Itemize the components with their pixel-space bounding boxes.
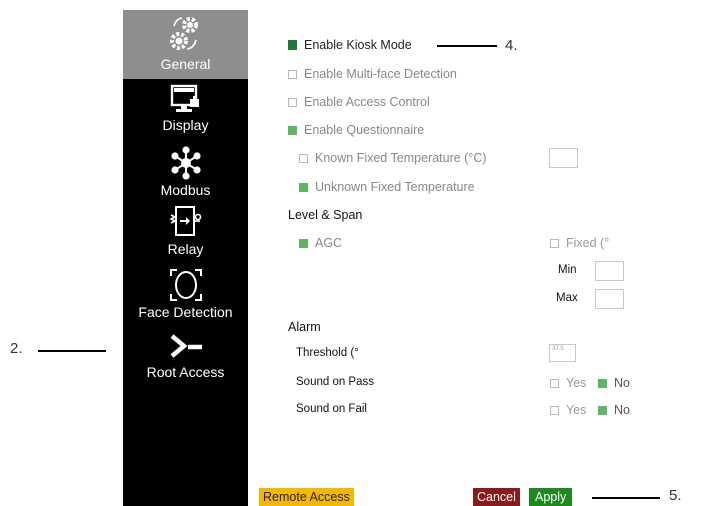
sound-fail-no-radio[interactable] — [598, 405, 607, 415]
remote-access-button[interactable]: Remote Access — [259, 488, 354, 506]
agc-checkbox[interactable] — [299, 238, 308, 248]
sidebar-item-modbus[interactable]: Modbus — [123, 142, 248, 200]
sidebar-item-relay[interactable]: Relay — [123, 203, 248, 263]
threshold-label: Threshold (° — [296, 347, 359, 359]
sound-fail-no-option[interactable]: No — [598, 403, 630, 417]
alarm-heading: Alarm — [288, 320, 321, 334]
multiface-label: Enable Multi-face Detection — [304, 67, 457, 81]
kiosk-mode-checkbox[interactable] — [288, 40, 297, 50]
sidebar-item-label: Display — [162, 117, 209, 133]
multiface-checkbox[interactable] — [288, 69, 297, 79]
face-frame-icon — [169, 269, 202, 301]
annotation-2-line — [38, 350, 106, 352]
kiosk-mode-label: Enable Kiosk Mode — [304, 38, 412, 52]
annotation-2-label: 2. — [10, 340, 23, 357]
known-temp-option[interactable]: Known Fixed Temperature (°C) — [299, 151, 487, 165]
display-monitor-icon — [170, 84, 199, 112]
known-temp-label: Known Fixed Temperature (°C) — [315, 151, 487, 165]
questionnaire-label: Enable Questionnaire — [304, 123, 425, 137]
terminal-prompt-icon — [170, 334, 202, 358]
sidebar-item-general[interactable]: General — [123, 10, 248, 79]
fixed-checkbox[interactable] — [550, 238, 559, 248]
level-span-heading: Level & Span — [288, 208, 363, 222]
access-control-checkbox[interactable] — [288, 97, 297, 107]
sidebar-item-root-access[interactable]: Root Access — [123, 330, 248, 390]
multiface-option[interactable]: Enable Multi-face Detection — [288, 67, 457, 81]
relay-switch-icon — [168, 206, 201, 236]
sidebar-item-label: Modbus — [160, 182, 211, 198]
sound-fail-label: Sound on Fail — [296, 403, 367, 415]
sidebar-item-label: Root Access — [146, 364, 225, 380]
fixed-option[interactable]: Fixed (° — [550, 236, 609, 250]
cancel-button[interactable]: Cancel — [473, 488, 520, 506]
sound-pass-label: Sound on Pass — [296, 376, 375, 388]
questionnaire-option[interactable]: Enable Questionnaire — [288, 123, 424, 137]
min-input[interactable] — [595, 261, 624, 281]
sound-pass-yes-option[interactable]: Yes — [550, 376, 586, 390]
questionnaire-checkbox[interactable] — [288, 125, 297, 135]
sidebar-item-face-detection[interactable]: Face Detection — [123, 266, 248, 326]
sound-pass-yes-label: Yes — [566, 376, 587, 390]
network-nodes-icon — [170, 146, 201, 180]
settings-gears-icon — [169, 17, 198, 50]
annotation-4-line — [437, 45, 497, 47]
known-temp-input[interactable] — [549, 148, 578, 168]
sound-pass-no-radio[interactable] — [598, 378, 607, 388]
sidebar-item-label: Relay — [167, 241, 204, 257]
kiosk-mode-option[interactable]: Enable Kiosk Mode — [288, 38, 412, 52]
agc-option[interactable]: AGC — [299, 236, 342, 250]
sound-fail-yes-radio[interactable] — [550, 405, 559, 415]
agc-label: AGC — [315, 236, 343, 250]
sound-fail-yes-option[interactable]: Yes — [550, 403, 586, 417]
access-control-option[interactable]: Enable Access Control — [288, 95, 430, 109]
sidebar-item-display[interactable]: Display — [123, 81, 248, 139]
threshold-input[interactable]: 37.5 — [549, 344, 576, 362]
sound-pass-no-label: No — [614, 376, 630, 390]
sound-pass-no-option[interactable]: No — [598, 376, 630, 390]
known-temp-checkbox[interactable] — [299, 153, 308, 163]
sound-pass-yes-radio[interactable] — [550, 378, 559, 388]
sound-fail-no-label: No — [614, 403, 630, 417]
annotation-5-line — [592, 497, 660, 499]
fixed-label: Fixed (° — [566, 236, 610, 250]
sound-fail-yes-label: Yes — [566, 403, 587, 417]
apply-button[interactable]: Apply — [529, 488, 573, 506]
sidebar-item-label: General — [160, 56, 211, 72]
max-input[interactable] — [595, 289, 624, 309]
unknown-temp-option[interactable]: Unknown Fixed Temperature — [299, 180, 475, 194]
min-label: Min — [558, 264, 577, 276]
unknown-temp-label: Unknown Fixed Temperature — [315, 180, 475, 194]
sidebar: General Display Modbus Relay Face Detect… — [123, 10, 248, 506]
sidebar-item-label: Face Detection — [138, 304, 233, 320]
max-label: Max — [556, 292, 578, 304]
access-control-label: Enable Access Control — [304, 95, 430, 109]
annotation-5-label: 5. — [669, 487, 682, 504]
annotation-4-label: 4. — [505, 37, 518, 54]
unknown-temp-checkbox[interactable] — [299, 182, 308, 192]
